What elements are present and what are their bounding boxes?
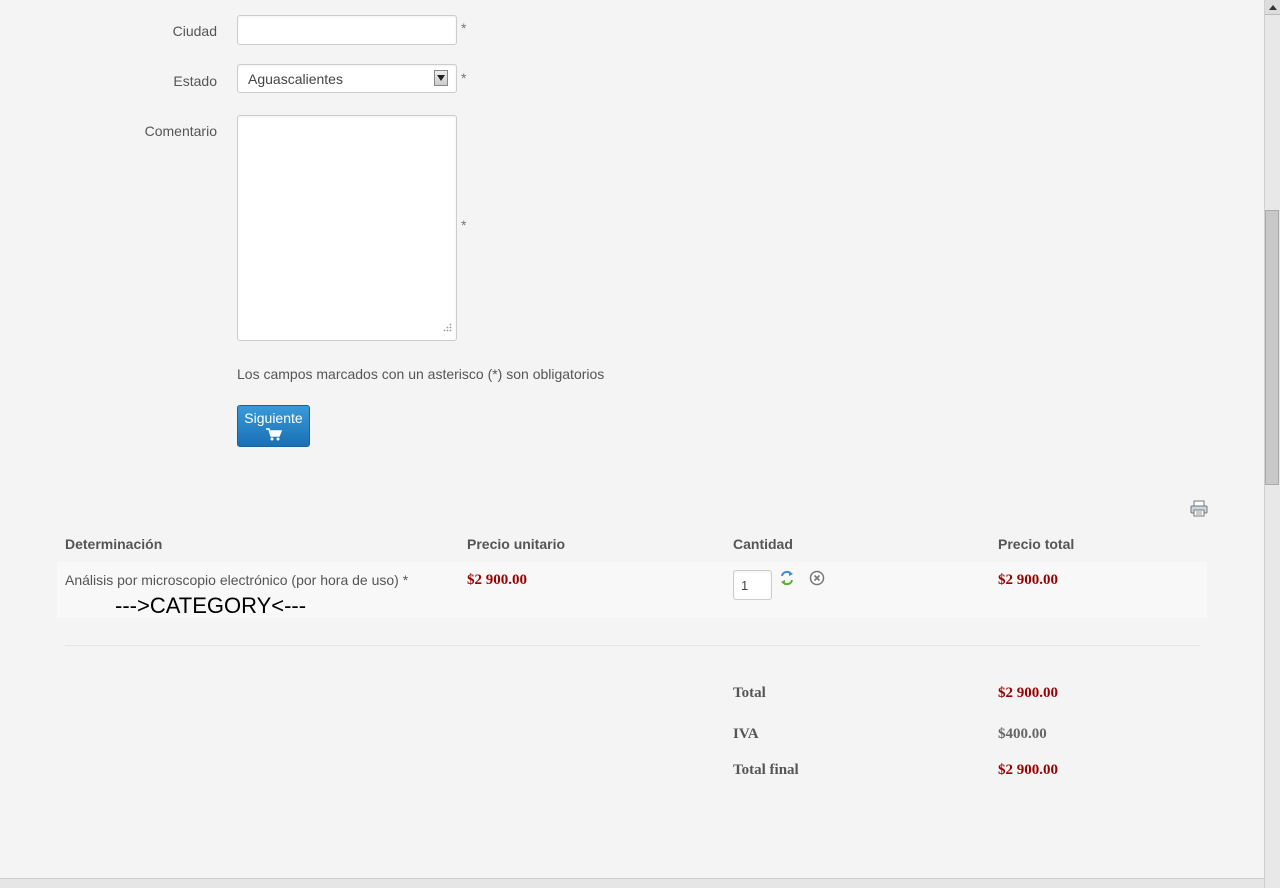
- comment-textarea[interactable]: [237, 115, 457, 341]
- city-label: Ciudad: [172, 23, 217, 39]
- tax-value: $400.00: [998, 726, 1047, 742]
- item-name: Análisis por microscopio electrónico (po…: [65, 572, 409, 588]
- comment-required-mark: *: [461, 217, 467, 233]
- tax-label: IVA: [733, 726, 759, 742]
- header-quantity: Cantidad: [733, 536, 793, 552]
- resize-grip-icon[interactable]: [442, 320, 452, 336]
- state-selected-value: Aguascalientes: [248, 71, 343, 87]
- remove-icon[interactable]: [809, 570, 825, 589]
- cart-icon: [238, 428, 309, 441]
- header-total-price: Precio total: [998, 536, 1075, 552]
- comment-label: Comentario: [144, 123, 217, 139]
- city-required-mark: *: [461, 20, 467, 36]
- horizontal-scrollbar[interactable]: [0, 878, 1264, 888]
- refresh-icon[interactable]: [779, 570, 795, 589]
- state-required-mark: *: [461, 70, 467, 86]
- chevron-down-icon[interactable]: [434, 70, 448, 86]
- scroll-up-icon[interactable]: [1265, 0, 1280, 15]
- city-input[interactable]: [237, 15, 457, 45]
- state-select[interactable]: Aguascalientes: [237, 64, 457, 93]
- final-total-label: Total final: [733, 762, 799, 778]
- header-unit-price: Precio unitario: [467, 536, 566, 552]
- final-total-value: $2 900.00: [998, 762, 1058, 778]
- next-button[interactable]: Siguiente: [237, 405, 310, 447]
- next-button-label: Siguiente: [244, 410, 303, 426]
- total-label: Total: [733, 685, 766, 701]
- total-value: $2 900.00: [998, 685, 1058, 701]
- header-item: Determinación: [65, 536, 163, 552]
- printer-icon[interactable]: [1190, 500, 1208, 520]
- state-label: Estado: [173, 73, 217, 89]
- vertical-scrollbar-thumb[interactable]: [1265, 210, 1279, 485]
- item-category: --->CATEGORY<---: [115, 593, 307, 618]
- item-unit-price: $2 900.00: [467, 572, 527, 588]
- totals-divider: [65, 645, 1200, 646]
- quantity-input[interactable]: [733, 570, 772, 600]
- item-total-price: $2 900.00: [998, 572, 1058, 588]
- required-fields-note: Los campos marcados con un asterisco (*)…: [237, 366, 605, 382]
